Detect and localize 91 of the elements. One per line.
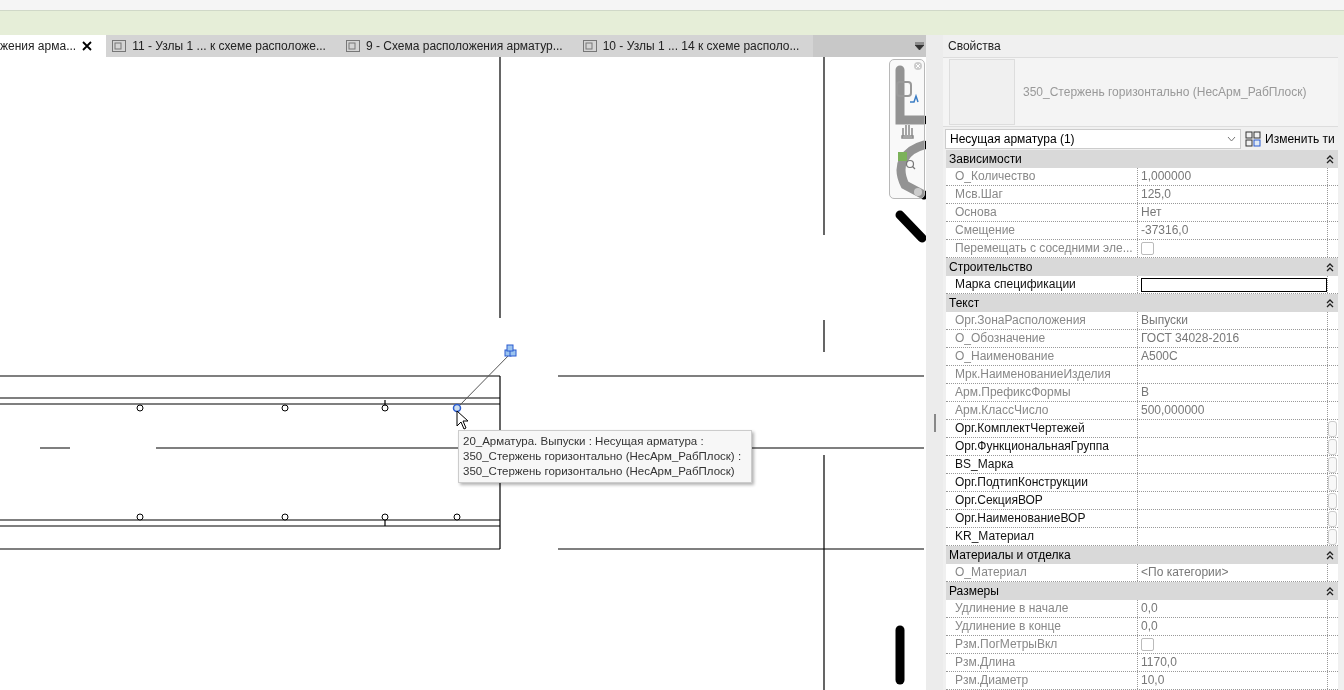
cube-icon[interactable] <box>504 344 517 357</box>
property-value: 125,0 <box>1141 186 1172 203</box>
edit-type-button[interactable]: Изменить ти <box>1241 130 1335 147</box>
property-label: Орг.КомплектЧертежей <box>946 420 1138 437</box>
element-tooltip: 20_Арматура. Выпуски : Несущая арматура : 350_Стержень горизонтально (НесАрм_РабПлоск) : 350_Стержень горизонтально (НесАрм_РабПлоск) <box>458 430 753 483</box>
collapse-icon[interactable] <box>1326 262 1334 272</box>
property-label: Орг.ЗонаРасположения <box>946 312 1138 329</box>
property-value: 1170,0 <box>1141 654 1177 671</box>
group-title: Зависимости <box>949 152 1022 166</box>
collapse-icon[interactable] <box>1326 550 1334 560</box>
property-label: Основа <box>946 204 1138 221</box>
row-button[interactable] <box>1328 474 1337 491</box>
property-value: В <box>1141 384 1149 401</box>
sheet-icon <box>112 40 127 52</box>
property-label: Арм.КлассЧисло <box>946 402 1138 419</box>
row-button[interactable] <box>1328 492 1337 509</box>
scroll-icon[interactable] <box>914 188 922 196</box>
panel-title: Свойства <box>947 38 1002 55</box>
row-button[interactable] <box>1328 510 1337 527</box>
property-value: 10,0 <box>1141 672 1165 689</box>
property-label: Рзм.Длина <box>946 654 1138 671</box>
checkbox[interactable] <box>1141 242 1154 255</box>
group-header[interactable]: Размеры <box>946 582 1338 600</box>
property-label: Орг.СекцияВОР <box>946 492 1138 509</box>
zoom-icon[interactable] <box>898 152 916 170</box>
property-label: Рзм.ПогМетрыВкл <box>946 636 1138 653</box>
property-label: Орг.НаименованиеВОР <box>946 510 1138 527</box>
property-value: 500,000000 <box>1141 402 1205 419</box>
property-label: Перемещать с соседними эле... <box>946 240 1138 257</box>
edit-type-icon <box>1245 130 1261 147</box>
type-name: 350_Стержень горизонтально (НесАрм_РабПлоск) <box>1023 85 1307 100</box>
collapse-icon[interactable] <box>1326 586 1334 596</box>
view-tab[interactable]: жения арма... <box>0 35 107 57</box>
drawing-stroke <box>896 140 927 200</box>
sheet-icon <box>345 40 360 52</box>
close-icon[interactable] <box>82 41 93 51</box>
row-button[interactable] <box>1328 420 1337 437</box>
property-value: <По категории> <box>1141 564 1229 581</box>
collapse-icon[interactable] <box>1326 154 1334 164</box>
property-value: -37316,0 <box>1141 222 1189 239</box>
property-label: Марка спецификации <box>946 276 1138 293</box>
row-button[interactable] <box>1328 438 1337 455</box>
group-header[interactable]: Зависимости <box>946 150 1338 168</box>
property-label: Орг.ПодтипКонструкции <box>946 474 1138 491</box>
property-value: Нет <box>1141 204 1162 221</box>
drawing-stroke <box>895 65 927 125</box>
property-label: О_Обозначение <box>946 330 1138 347</box>
cursor-icon <box>456 410 469 430</box>
group-header[interactable]: Строительство <box>946 258 1338 276</box>
sheet-icon <box>582 40 597 52</box>
chevron-icon <box>1227 135 1236 142</box>
property-value: Выпуски <box>1141 312 1188 329</box>
property-label: Удлинение в начале <box>946 600 1138 617</box>
group-title: Размеры <box>949 584 999 598</box>
property-value: 0,0 <box>1141 600 1158 617</box>
group-title: Текст <box>949 296 980 310</box>
view-tab[interactable]: 9 - Схема расположения арматур... <box>339 35 577 57</box>
collapse-icon[interactable] <box>1326 298 1334 308</box>
property-label: О_Материал <box>946 564 1138 581</box>
drawing-stroke <box>895 210 927 243</box>
group-header[interactable]: Текст <box>946 294 1338 312</box>
property-label: KR_Материал <box>946 528 1138 545</box>
property-value: А500С <box>1141 348 1178 365</box>
drawing-stroke <box>895 625 905 685</box>
checkbox[interactable] <box>1141 638 1154 651</box>
property-label: Рзм.Диаметр <box>946 672 1138 689</box>
property-value: 0,0 <box>1141 618 1158 635</box>
category-dropdown[interactable]: Несущая арматура (1) <box>945 128 1241 149</box>
property-label: О_Наименование <box>946 348 1138 365</box>
group-header[interactable]: Материалы и отделка <box>946 546 1338 564</box>
hand-icon[interactable] <box>901 124 914 139</box>
view-cube-icon[interactable] <box>896 81 919 103</box>
property-value: ГОСТ 34028-2016 <box>1141 330 1240 347</box>
property-label: Мрк.НаименованиеИзделия <box>946 366 1138 383</box>
property-label: BS_Марка <box>946 456 1138 473</box>
property-label: Мсв.Шаг <box>946 186 1138 203</box>
property-label: Удлинение в конце <box>946 618 1138 635</box>
row-button[interactable] <box>1328 528 1337 545</box>
row-button[interactable] <box>1328 456 1337 473</box>
view-tab[interactable]: 10 - Узлы 1 ... 14 к схеме располо... <box>576 35 814 57</box>
splitter-handle[interactable] <box>933 413 936 432</box>
input-field[interactable] <box>1141 277 1327 292</box>
dropdown-icon[interactable] <box>915 42 925 50</box>
property-value: 1,000000 <box>1141 168 1192 185</box>
group-title: Материалы и отделка <box>949 548 1071 562</box>
group-title: Строительство <box>949 260 1033 274</box>
view-tab[interactable]: 11 - Узлы 1 ... к схеме расположе... <box>106 35 340 57</box>
property-label: О_Количество <box>946 168 1138 185</box>
property-label: Смещение <box>946 222 1138 239</box>
property-label: Арм.ПрефиксФормы <box>946 384 1138 401</box>
property-label: Орг.ФункциональнаяГруппа <box>946 438 1138 455</box>
